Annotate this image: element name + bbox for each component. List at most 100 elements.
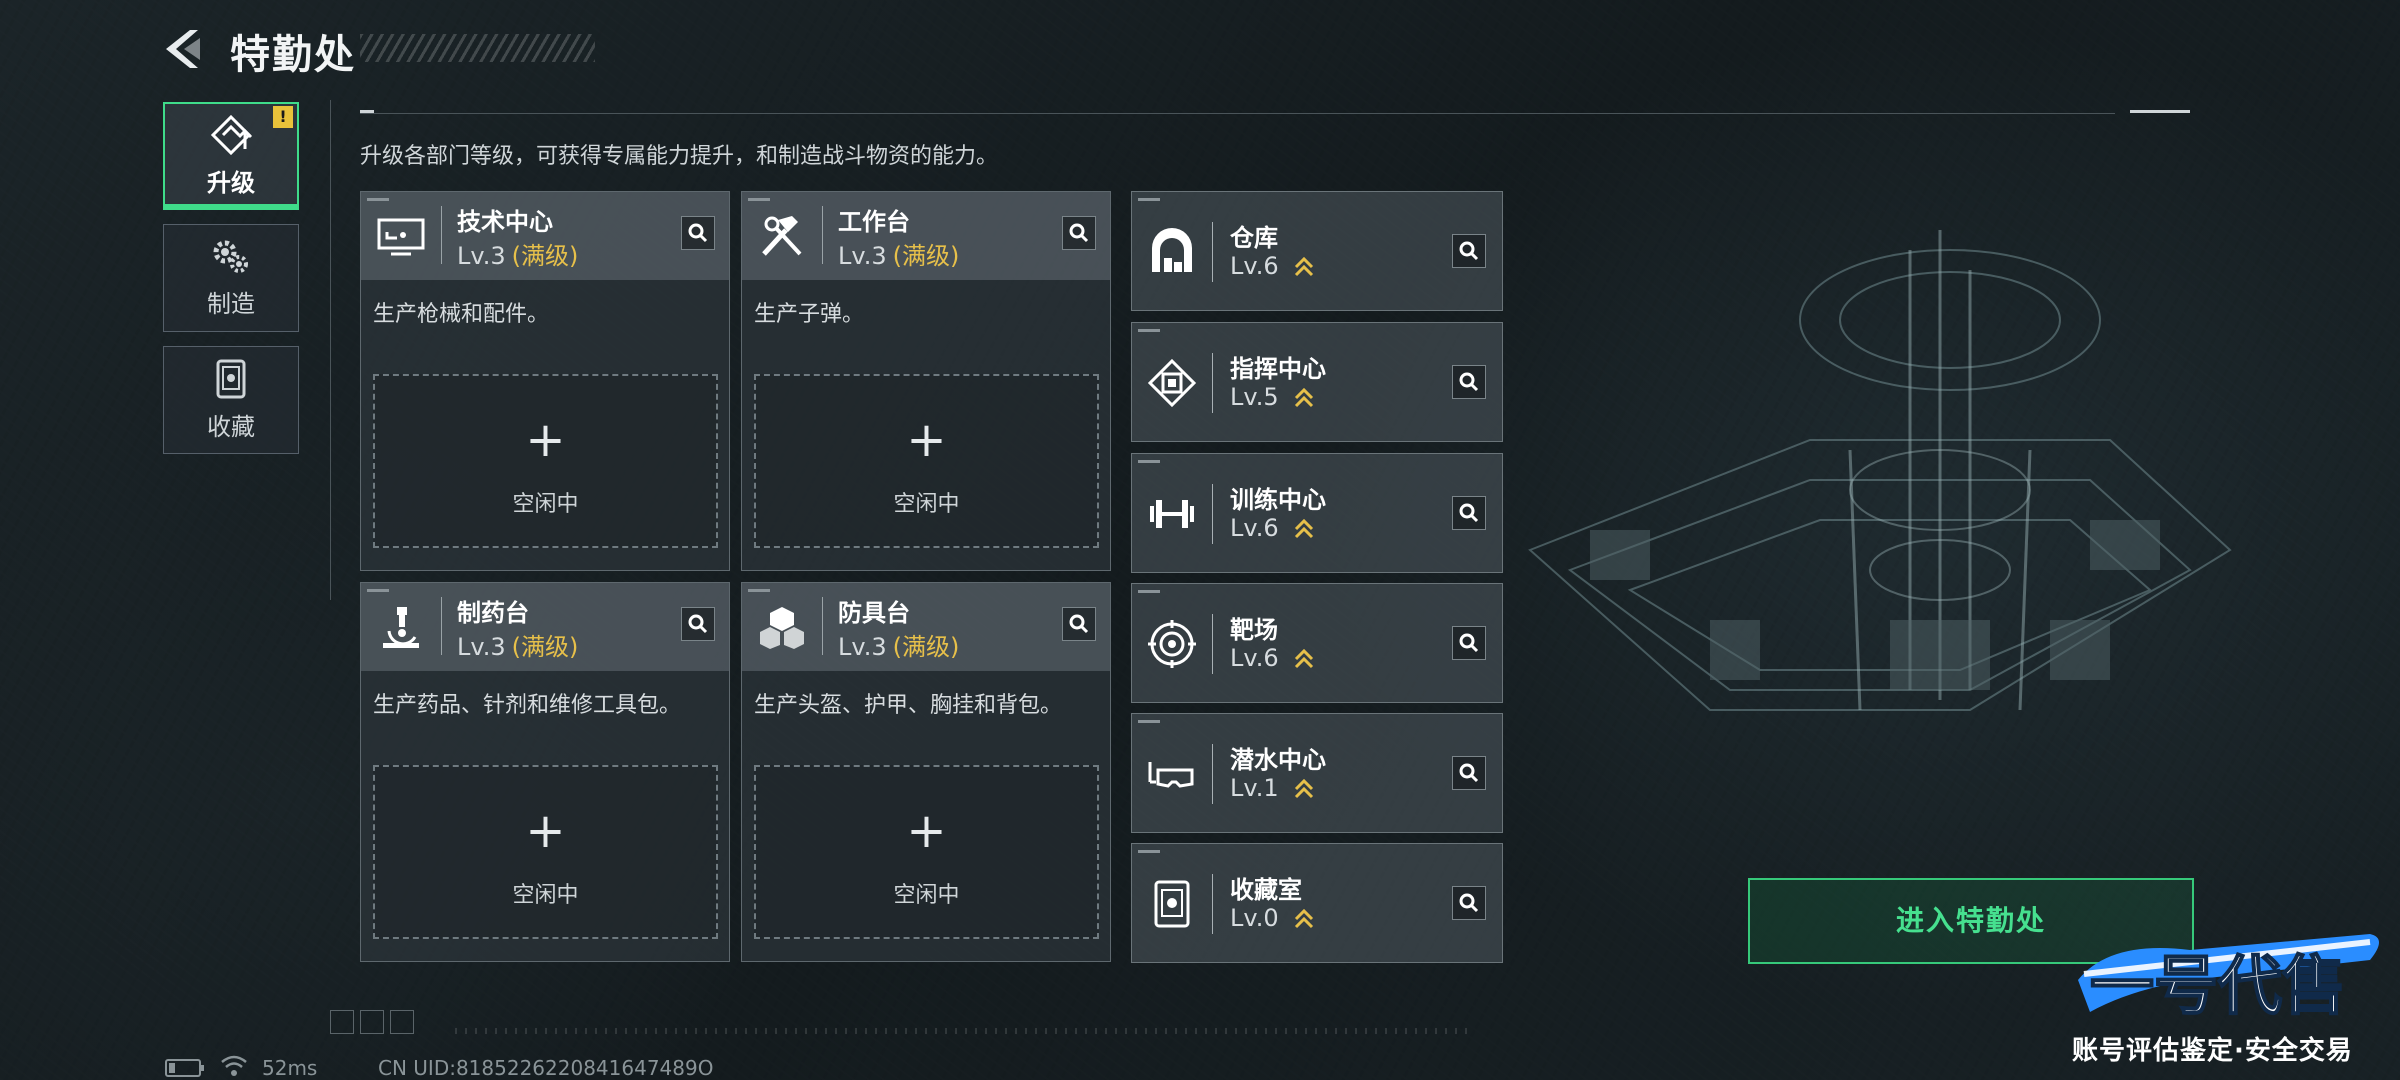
station-name: 防具台 xyxy=(838,599,910,627)
frame-tick xyxy=(360,110,374,113)
separator xyxy=(1212,484,1213,544)
station-level: Lv.3 (满级) xyxy=(838,627,959,662)
station-name: 制药台 xyxy=(457,599,529,627)
add-icon: + xyxy=(906,803,947,859)
tab-upgrade[interactable]: ! 升级 xyxy=(163,102,299,210)
corner-mark xyxy=(1138,329,1160,332)
collection-capsule-icon xyxy=(1154,880,1190,928)
inspect-button[interactable] xyxy=(1452,756,1486,790)
uid-readout: CN UID:8185226220841647489O xyxy=(378,1056,714,1080)
facility-level: Lv.6 xyxy=(1230,514,1314,542)
station-description: 生产药品、针剂和维修工具包。 xyxy=(373,693,682,718)
card-header: 技术中心 Lv.3 (满级) xyxy=(361,192,729,280)
facility-level: Lv.0 xyxy=(1230,904,1314,932)
warehouse-icon xyxy=(1152,228,1192,272)
separator xyxy=(822,206,823,264)
warning-badge: ! xyxy=(273,106,293,128)
frame-divider xyxy=(330,100,331,600)
level-value: Lv.3 xyxy=(457,633,506,661)
corner-mark xyxy=(1138,850,1160,853)
inspect-button[interactable] xyxy=(1452,496,1486,530)
level-value: Lv.3 xyxy=(457,242,506,270)
inspect-button[interactable] xyxy=(1062,216,1096,250)
decor-square xyxy=(390,1010,414,1034)
tab-manufacture[interactable]: 制造 xyxy=(163,224,299,332)
tab-collection-label: 收藏 xyxy=(207,412,255,441)
station-description: 生产头盔、护甲、胸挂和背包。 xyxy=(754,693,1063,718)
search-icon xyxy=(1459,763,1479,783)
upgrade-icon xyxy=(210,114,253,155)
intro-text: 升级各部门等级，可获得专属能力提升，和制造战斗物资的能力。 xyxy=(360,144,999,169)
search-icon xyxy=(1069,614,1089,634)
facility-name: 收藏室 xyxy=(1230,876,1302,904)
station-card-tech-center: 技术中心 Lv.3 (满级) 生产枪械和配件。 + 空闲中 xyxy=(360,191,730,571)
corner-mark xyxy=(748,198,770,201)
inspect-button[interactable] xyxy=(1452,365,1486,399)
facility-warehouse[interactable]: 仓库 Lv.6 xyxy=(1131,191,1503,311)
separator xyxy=(441,597,442,655)
slot-status: 空闲中 xyxy=(893,492,960,517)
level-value: Lv.6 xyxy=(1230,644,1279,672)
search-icon xyxy=(1069,223,1089,243)
separator xyxy=(441,206,442,264)
separator xyxy=(822,597,823,655)
card-header: 工作台 Lv.3 (满级) xyxy=(742,192,1110,280)
station-level: Lv.3 (满级) xyxy=(838,236,959,271)
station-name: 技术中心 xyxy=(457,208,553,236)
frame-tick xyxy=(2130,110,2190,113)
production-slot[interactable]: + 空闲中 xyxy=(373,374,718,548)
brand-watermark-logo: 一号代售 xyxy=(2078,934,2379,1025)
level-value: Lv.0 xyxy=(1230,904,1279,932)
production-slot[interactable]: + 空闲中 xyxy=(373,765,718,939)
station-description: 生产枪械和配件。 xyxy=(373,302,550,327)
max-level-tag: (满级) xyxy=(892,633,960,661)
corner-mark xyxy=(367,589,389,592)
wifi-icon xyxy=(221,1055,247,1076)
diving-mask-icon xyxy=(1148,762,1194,788)
active-tab-indicator xyxy=(165,204,297,210)
page-title: 特勤处 xyxy=(230,32,356,78)
facility-training-center[interactable]: 训练中心 Lv.6 xyxy=(1131,453,1503,573)
level-value: Lv.5 xyxy=(1230,383,1279,411)
brand-slogan: 账号评估鉴定·安全交易 xyxy=(2072,1036,2353,1066)
microscope-icon xyxy=(383,607,419,648)
tab-upgrade-label: 升级 xyxy=(207,168,255,197)
production-slot[interactable]: + 空闲中 xyxy=(754,765,1099,939)
station-name: 工作台 xyxy=(838,208,910,236)
dumbbell-icon xyxy=(1150,500,1194,528)
back-arrow-icon[interactable] xyxy=(160,26,206,72)
facility-shooting-range[interactable]: 靶场 Lv.6 xyxy=(1131,583,1503,703)
facility-level: Lv.6 xyxy=(1230,252,1314,280)
inspect-button[interactable] xyxy=(681,216,715,250)
inspect-button[interactable] xyxy=(1452,234,1486,268)
upgradable-chevron-icon xyxy=(1295,518,1314,539)
upgradable-chevron-icon xyxy=(1295,778,1314,799)
station-level: Lv.3 (满级) xyxy=(457,627,578,662)
production-slot[interactable]: + 空闲中 xyxy=(754,374,1099,548)
inspect-button[interactable] xyxy=(1452,886,1486,920)
facility-name: 靶场 xyxy=(1230,616,1278,644)
separator xyxy=(1212,353,1213,413)
inspect-button[interactable] xyxy=(1452,626,1486,660)
level-value: Lv.3 xyxy=(838,242,887,270)
facility-command-center[interactable]: 指挥中心 Lv.5 xyxy=(1131,322,1503,442)
facility-collection-room[interactable]: 收藏室 Lv.0 xyxy=(1131,843,1503,963)
search-icon xyxy=(1459,241,1479,261)
corner-mark xyxy=(748,589,770,592)
tab-collection[interactable]: 收藏 xyxy=(163,346,299,454)
brand-text: 一号代售 xyxy=(2090,950,2346,1024)
corner-mark xyxy=(1138,198,1160,201)
inspect-button[interactable] xyxy=(1062,607,1096,641)
gear-cluster-icon xyxy=(213,240,248,273)
level-value: Lv.6 xyxy=(1230,514,1279,542)
target-icon xyxy=(1148,620,1196,668)
station-card-armor-bench: 防具台 Lv.3 (满级) 生产头盔、护甲、胸挂和背包。 + 空闲中 xyxy=(741,582,1111,962)
facility-level: Lv.1 xyxy=(1230,774,1314,802)
facility-diving-center[interactable]: 潜水中心 Lv.1 xyxy=(1131,713,1503,833)
add-icon: + xyxy=(525,412,566,468)
level-value: Lv.6 xyxy=(1230,252,1279,280)
armor-cubes-icon xyxy=(760,607,804,649)
title-decoration xyxy=(360,34,595,62)
inspect-button[interactable] xyxy=(681,607,715,641)
corner-mark xyxy=(367,198,389,201)
